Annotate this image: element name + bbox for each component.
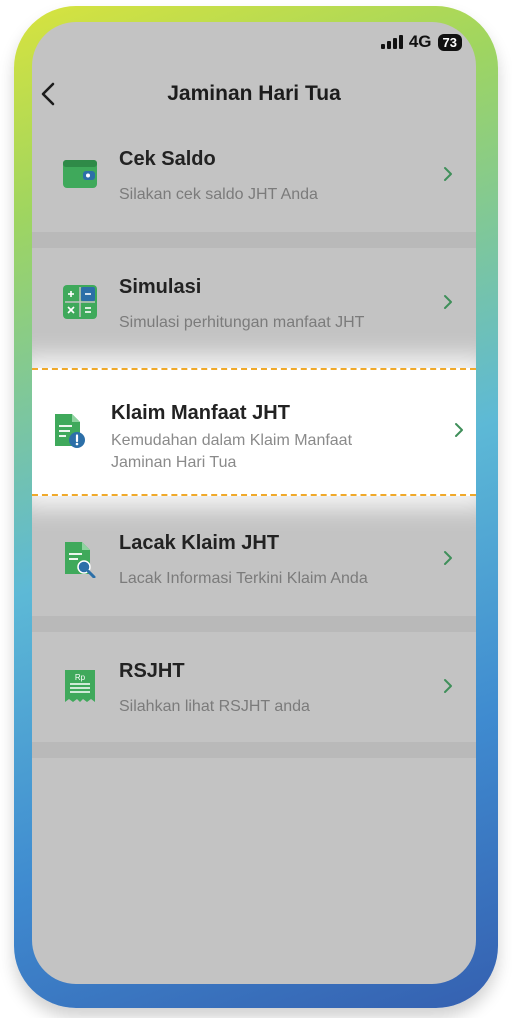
menu-item-title: Klaim Manfaat JHT [111,402,290,424]
status-bar: 4G 73 [380,30,462,54]
menu-item-lacak-klaim[interactable]: Lacak Klaim JHT Lacak Informasi Terkini … [32,508,476,616]
menu-item-rsjht[interactable]: Rp RSJHT Silahkan lihat RSJHT anda [32,634,476,742]
app-screen: 4G 73 Jaminan Hari Tua Cek Saldo Silakan… [32,22,476,984]
claim-document-icon [55,414,85,448]
network-type: 4G [408,32,432,51]
menu-item-desc: Simulasi perhitungan manfaat JHT [119,314,365,331]
wallet-icon [63,160,97,188]
menu-item-desc: Kemudahan dalam Klaim Manfaat Jaminan Ha… [111,432,353,471]
divider [32,742,476,758]
menu-item-cek-saldo[interactable]: Cek Saldo Silakan cek saldo JHT Anda [32,122,476,230]
signal-icon [380,35,403,49]
highlighted-menu-item-klaim-manfaat[interactable]: Klaim Manfaat JHT Kemudahan dalam Klaim … [32,368,476,496]
battery-level: 73 [437,33,462,51]
chevron-right-icon [444,679,452,693]
menu-item-simulasi[interactable]: Simulasi Simulasi perhitungan manfaat JH… [32,250,476,358]
chevron-right-icon [444,295,452,309]
receipt-icon-label: Rp [75,673,86,682]
menu-item-title: Cek Saldo [119,148,216,170]
menu-item-title: Simulasi [119,276,202,298]
track-document-icon [65,542,96,578]
menu-item-desc: Silakan cek saldo JHT Anda [119,186,318,203]
divider [32,616,476,632]
menu-item-title: Lacak Klaim JHT [119,532,280,554]
page-title: Jaminan Hari Tua [167,82,341,105]
menu-item-title: RSJHT [119,660,185,682]
receipt-icon: Rp [65,670,95,702]
chevron-right-icon [444,167,452,181]
chevron-right-icon [455,423,463,437]
chevron-right-icon [444,551,452,565]
nav-bar: Jaminan Hari Tua [32,74,476,114]
menu-item-desc: Silahkan lihat RSJHT anda [119,698,310,715]
menu-item-desc: Lacak Informasi Terkini Klaim Anda [119,570,368,587]
divider [32,232,476,248]
calculator-icon [63,285,97,319]
